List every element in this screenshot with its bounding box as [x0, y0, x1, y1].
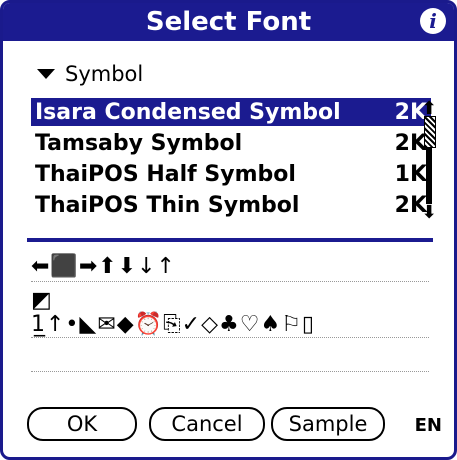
sample-baseline — [31, 371, 429, 372]
cancel-button[interactable]: Cancel — [149, 407, 265, 441]
input-mode-indicator: EN — [414, 415, 442, 436]
font-name: Tamsaby Symbol — [35, 130, 243, 156]
font-list-item[interactable]: Isara Condensed Symbol 2K — [31, 98, 431, 126]
button-bar: OK Cancel Sample — [27, 407, 447, 443]
sample-button[interactable]: Sample — [271, 407, 385, 441]
select-font-dialog: Select Font i Symbol Isara Condensed Sym… — [0, 0, 457, 460]
font-list-scrollbar[interactable]: ⬆ ⬇ — [420, 100, 438, 222]
category-dropdown[interactable]: Symbol — [37, 59, 143, 89]
sample-line-2: ◩ — [31, 288, 53, 313]
font-name: Isara Condensed Symbol — [35, 99, 341, 125]
title-bar: Select Font i — [3, 3, 454, 41]
font-list-item[interactable]: ThaiPOS Thin Symbol 2K — [31, 191, 431, 219]
arrow-down-icon[interactable]: ⬇ — [420, 204, 438, 222]
font-name: ThaiPOS Thin Symbol — [35, 192, 300, 218]
ok-button[interactable]: OK — [27, 407, 137, 441]
font-list-item[interactable]: ThaiPOS Half Symbol 1K — [31, 160, 431, 188]
font-sample-area: ⬅⬛➡⬆⬇↓↑ ◩ 1̲↑•◣✉◆⏰⎘✓◇♣♡♠⚐▯ — [31, 251, 429, 391]
font-name: ThaiPOS Half Symbol — [35, 161, 296, 187]
category-label: Symbol — [65, 62, 144, 86]
sample-baseline — [31, 337, 429, 338]
sample-line-1: ⬅⬛➡⬆⬇↓↑ — [31, 254, 176, 279]
triangle-down-icon — [37, 69, 55, 79]
font-list: Isara Condensed Symbol 2K Tamsaby Symbol… — [31, 98, 431, 222]
font-list-item[interactable]: Tamsaby Symbol 2K — [31, 129, 431, 157]
scroll-thumb[interactable] — [424, 116, 436, 148]
sample-baseline — [31, 281, 429, 282]
info-icon[interactable]: i — [420, 8, 446, 34]
divider — [27, 238, 433, 242]
sample-line-3: 1̲↑•◣✉◆⏰⎘✓◇♣♡♠⚐▯ — [31, 312, 316, 337]
dialog-title: Select Font — [145, 7, 312, 37]
